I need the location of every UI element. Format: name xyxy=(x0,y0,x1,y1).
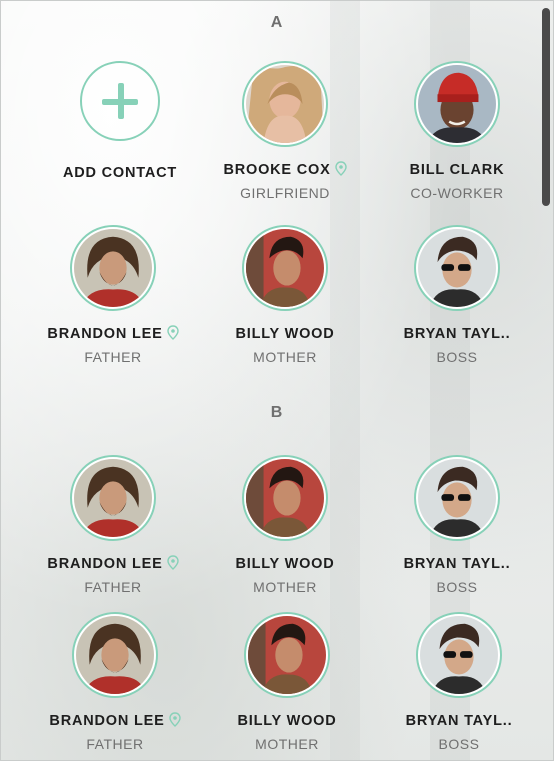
window-frame xyxy=(0,0,554,761)
